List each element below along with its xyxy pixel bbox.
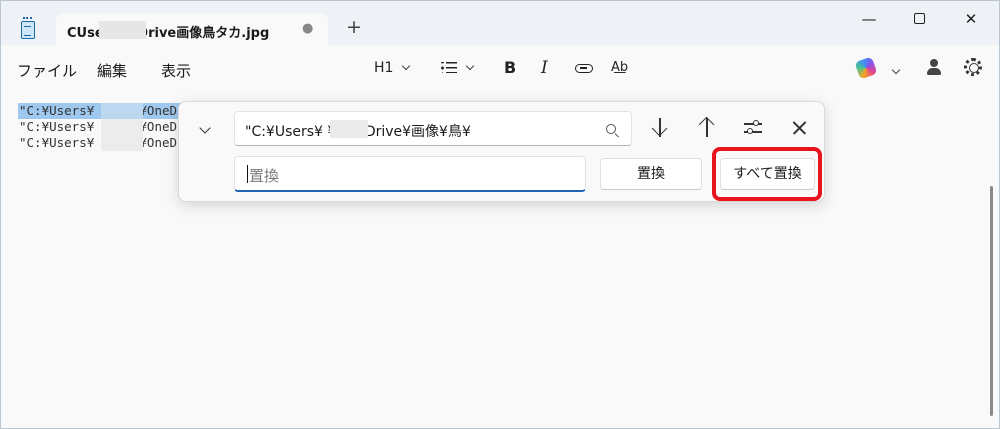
italic-button[interactable]: I [541,57,548,79]
menu-file[interactable]: ファイル [17,60,77,81]
toggle-replace-chevron-icon[interactable] [199,122,211,134]
find-input[interactable]: "C:¥Users¥ ¥OneDrive¥画像¥鳥¥ [234,111,632,146]
close-find-button[interactable] [785,114,813,142]
link-icon [575,64,593,73]
close-window-button[interactable]: ✕ [958,9,984,29]
text-caret [247,165,248,183]
chevron-down-icon [891,65,901,75]
link-button[interactable] [575,57,593,79]
spellcheck-button[interactable]: A͟b [611,57,628,79]
tab-title: CUse OneDrive画像鳥タカ.jpg [67,26,270,41]
redaction-block [99,21,146,39]
replace-button[interactable]: 置換 [600,158,702,190]
redaction-block [330,120,368,138]
unsaved-dot-icon[interactable]: ● [302,21,313,36]
copilot-dropdown[interactable] [883,61,901,83]
copilot-icon[interactable] [854,56,878,80]
redaction-block [101,135,143,151]
redaction-block [101,103,143,119]
heading-label: H1 [374,60,394,76]
editor-line: "C:¥Users¥ ¥OneD [19,119,178,134]
new-tab-button[interactable]: + [346,18,362,37]
annotation-highlight-box [712,147,822,201]
menu-view[interactable]: 表示 [161,60,191,81]
find-previous-button[interactable] [693,114,721,142]
maximize-button[interactable] [906,9,932,29]
list-dropdown[interactable] [441,57,475,79]
redaction-block [101,119,143,135]
editor-line: "C:¥Users¥ ¥OneD [19,103,178,118]
account-icon[interactable] [927,59,941,75]
notepad-app-icon [21,17,35,39]
editor-line: "C:¥Users¥ ¥OneD [19,135,178,150]
vertical-scrollbar[interactable] [990,186,993,416]
search-icon[interactable] [606,124,616,134]
minimize-button[interactable]: — [856,9,882,29]
replace-placeholder: 置換 [249,167,280,185]
document-tab[interactable]: CUse OneDrive画像鳥タカ.jpg ● [56,13,328,47]
title-bar: CUse OneDrive画像鳥タカ.jpg ● + — ✕ [1,1,999,47]
menu-edit[interactable]: 編集 [97,60,127,81]
bullet-list-icon [441,62,457,73]
notepad-window: CUse OneDrive画像鳥タカ.jpg ● + — ✕ ファイル 編集 表… [0,0,1000,429]
chevron-down-icon [402,61,411,71]
replace-input[interactable]: 置換 [234,156,586,192]
search-options-button[interactable] [739,114,767,142]
chevron-down-icon [465,61,475,71]
heading-dropdown[interactable]: H1 [374,57,411,79]
menu-bar: ファイル 編集 表示 H1 B I A͟b [1,45,999,91]
gear-icon[interactable] [964,58,982,76]
maximize-icon [913,13,925,24]
bold-button[interactable]: B [504,57,516,79]
find-next-button[interactable] [646,114,674,142]
